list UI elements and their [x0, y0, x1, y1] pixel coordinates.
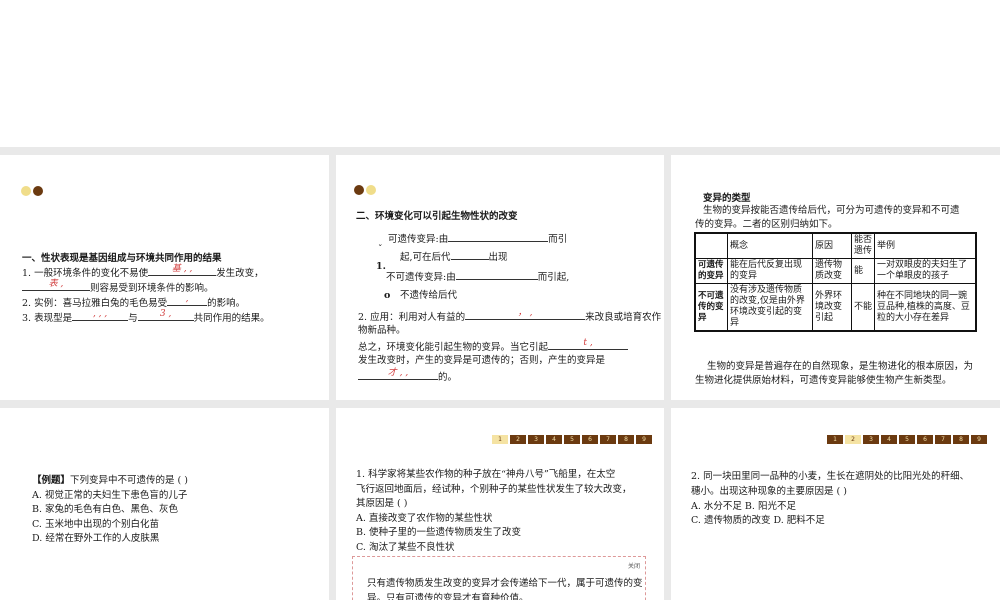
page-button[interactable]: 4: [881, 435, 897, 444]
table-header-cell: [694, 232, 728, 259]
bullet-mark: o: [384, 290, 391, 301]
text-line: 不可遗传变异:由 而引起,: [386, 268, 569, 285]
slide-example[interactable]: 【例题】下列变异中不可遗传的是 ( ) A. 视觉正常的夫妇生下患色盲的儿子 B…: [0, 408, 329, 600]
text-line: 才 , , 的。: [358, 368, 457, 385]
section-heading: 一、性状表现是基因组成与环境共同作用的结果: [22, 253, 222, 264]
text-line: 3. 表现型是, , ,与3 , 共同作用的结果。: [22, 309, 270, 324]
text-line: 生物的变异按能否遗传给后代，可分为可遗传的变异和不可遗: [703, 205, 960, 216]
page-button[interactable]: 2: [510, 435, 526, 444]
page-button[interactable]: 1: [492, 435, 508, 444]
page-button[interactable]: 1: [827, 435, 843, 444]
text-line: 【例题】下列变异中不可遗传的是 ( ): [32, 473, 188, 488]
answer-text: 3 ,: [159, 309, 172, 319]
page-button[interactable]: 9: [971, 435, 987, 444]
table-cell: 能: [851, 258, 875, 284]
table-header-row: 概念 原因 能否遗传 举例: [694, 232, 977, 259]
option-a[interactable]: A. 视觉正常的夫妇生下患色盲的儿子: [32, 488, 187, 503]
question-text: 穗小。出现这种现象的主要原因是 ( ): [691, 486, 847, 497]
table-cell: 可遗传的变异: [694, 258, 728, 284]
section-heading: 变异的类型: [703, 193, 751, 204]
question-text: 2. 同一块田里同一品种的小麦，生长在遮阴处的比阳光处的秆细、: [691, 471, 970, 482]
option-a[interactable]: A. 直接改变了农作物的某些性状: [356, 511, 492, 526]
page-button[interactable]: 5: [564, 435, 580, 444]
page-navigation: 1 2 3 4 5 6 7 8 9: [827, 435, 987, 444]
variation-table: 概念 原因 能否遗传 举例 可遗传的变异 能在后代反复出现的变异 遗传物质改变 …: [694, 232, 977, 332]
page-navigation: 1 2 3 4 5 6 7 8 9: [492, 435, 652, 444]
explanation-panel: 关闭 只有遗传物质发生改变的变异才会传递给下一代，属于可遗传的变 异。只有可遗传…: [352, 556, 646, 600]
page-button[interactable]: 6: [582, 435, 598, 444]
table-header-cell: 举例: [874, 232, 977, 259]
slide-exercise-2[interactable]: 1 2 3 4 5 6 7 8 9 2. 同一块田里同一品种的小麦，生长在遮阴处…: [671, 408, 1000, 600]
text-line: 传的变异。二者的区别归纳如下。: [695, 219, 838, 230]
option-b[interactable]: B. 家兔的毛色有白色、黑色、灰色: [32, 502, 178, 517]
page-button[interactable]: 7: [935, 435, 951, 444]
text-line: 生物的变异是普遍存在的自然现象，是生物进化的根本原因，为: [707, 361, 974, 372]
page-button[interactable]: 3: [528, 435, 544, 444]
page-button[interactable]: 4: [546, 435, 562, 444]
text-line: 可遗传变异:由 而引: [388, 230, 567, 247]
decor-dot-dark: [33, 186, 43, 196]
table-cell: 一对双眼皮的夫妇生了一个单眼皮的孩子: [874, 258, 977, 284]
slide-exercise-1[interactable]: 1 2 3 4 5 6 7 8 9 1. 科学家将某些农作物的种子放在“神舟八号…: [336, 408, 664, 600]
option-d[interactable]: D. 经常在野外工作的人皮肤黑: [32, 531, 159, 546]
answer-text: , , ,: [92, 309, 108, 319]
table-cell: 不可遗传的变异: [694, 283, 728, 332]
table-cell: 能在后代反复出现的变异: [727, 258, 813, 284]
blank-top-area: [0, 0, 1000, 147]
decor-dot-dark: [354, 185, 364, 195]
table-cell: 没有涉及遗传物质的改变,仅是由外界环境改变引起的变异: [727, 283, 813, 332]
answer-text: 表 ,: [48, 279, 64, 289]
page-button[interactable]: 8: [953, 435, 969, 444]
question-text: 其原因是 ( ): [356, 498, 408, 509]
section-heading: 二、环境变化可以引起生物性状的改变: [356, 211, 518, 222]
text-line: 物新品种。: [358, 325, 406, 336]
table-cell: 种在不同地块的同一豌豆品种,植株的高度、豆粒的大小存在差异: [874, 283, 977, 332]
option-b[interactable]: B. 使种子里的一些遗传物质发生了改变: [356, 525, 521, 540]
text-line: 生物进化提供原始材料，可遗传变异能够使生物产生新类型。: [695, 375, 952, 386]
page-button[interactable]: 8: [618, 435, 634, 444]
table-cell: 外界环境改变引起: [812, 283, 852, 332]
explanation-text: 只有遗传物质发生改变的变异才会传递给下一代，属于可遗传的变: [367, 578, 643, 589]
slide-variation-types[interactable]: 变异的类型 生物的变异按能否遗传给后代，可分为可遗传的变异和不可遗 传的变异。二…: [671, 155, 1000, 400]
item-number: 1.: [376, 261, 386, 272]
text-line: 发生改变时，产生的变异是可遗传的；否则，产生的变异是: [358, 355, 606, 366]
option-c[interactable]: C. 玉米地中出现的个别白化苗: [32, 517, 159, 532]
answer-text: ， ,: [517, 308, 533, 318]
option-c[interactable]: C. 淘汰了某些不良性状: [356, 540, 454, 555]
page-button[interactable]: 3: [863, 435, 879, 444]
question-text: 下列变异中不可遗传的是 ( ): [70, 475, 188, 486]
question-text: 1. 科学家将某些农作物的种子放在“神舟八号”飞船里，在太空: [356, 469, 616, 480]
page-button[interactable]: 6: [917, 435, 933, 444]
answer-text: ,: [185, 294, 189, 304]
decor-dot-light: [21, 186, 31, 196]
decor-dot-light: [366, 185, 376, 195]
answer-text: 基 , ,: [171, 264, 193, 274]
answer-text: t ,: [583, 338, 593, 348]
table-header-cell: 原因: [812, 232, 852, 259]
table-row: 可遗传的变异 能在后代反复出现的变异 遗传物质改变 能 一对双眼皮的夫妇生了一个…: [694, 258, 977, 284]
text-line: 不遗传给后代: [400, 290, 458, 301]
slide-traits[interactable]: 一、性状表现是基因组成与环境共同作用的结果 1. 一般环境条件的变化不易使基 ,…: [0, 155, 329, 400]
close-button[interactable]: 关闭: [628, 561, 640, 570]
slide-environment[interactable]: 二、环境变化可以引起生物性状的改变 可遗传变异:由 而引 ˇ 起,可在后代 出现 1…: [336, 155, 664, 400]
table-cell: 遗传物质改变: [812, 258, 852, 284]
page-button[interactable]: 5: [899, 435, 915, 444]
page-button[interactable]: 2: [845, 435, 861, 444]
table-header-cell: 能否遗传: [851, 232, 875, 259]
table-cell: 不能: [851, 283, 875, 332]
example-label: 【例题】: [32, 475, 71, 486]
answer-text: 才 , ,: [387, 368, 409, 378]
explanation-text: 异。只有可遗传的变异才有育种价值。: [367, 593, 529, 600]
table-header-cell: 概念: [727, 232, 813, 259]
question-text: 飞行返回地面后，经试种，个别种子的某些性状发生了较大改变，: [356, 484, 632, 495]
page-button[interactable]: 9: [636, 435, 652, 444]
options-line[interactable]: C. 遗传物质的改变 D. 肥料不足: [691, 513, 825, 528]
brace-mark: ˇ: [378, 245, 383, 255]
options-line[interactable]: A. 水分不足 B. 阳光不足: [691, 499, 796, 514]
table-row: 不可遗传的变异 没有涉及遗传物质的改变,仅是由外界环境改变引起的变异 外界环境改…: [694, 283, 977, 332]
text-line: 起,可在后代 出现: [400, 248, 508, 265]
page-button[interactable]: 7: [600, 435, 616, 444]
